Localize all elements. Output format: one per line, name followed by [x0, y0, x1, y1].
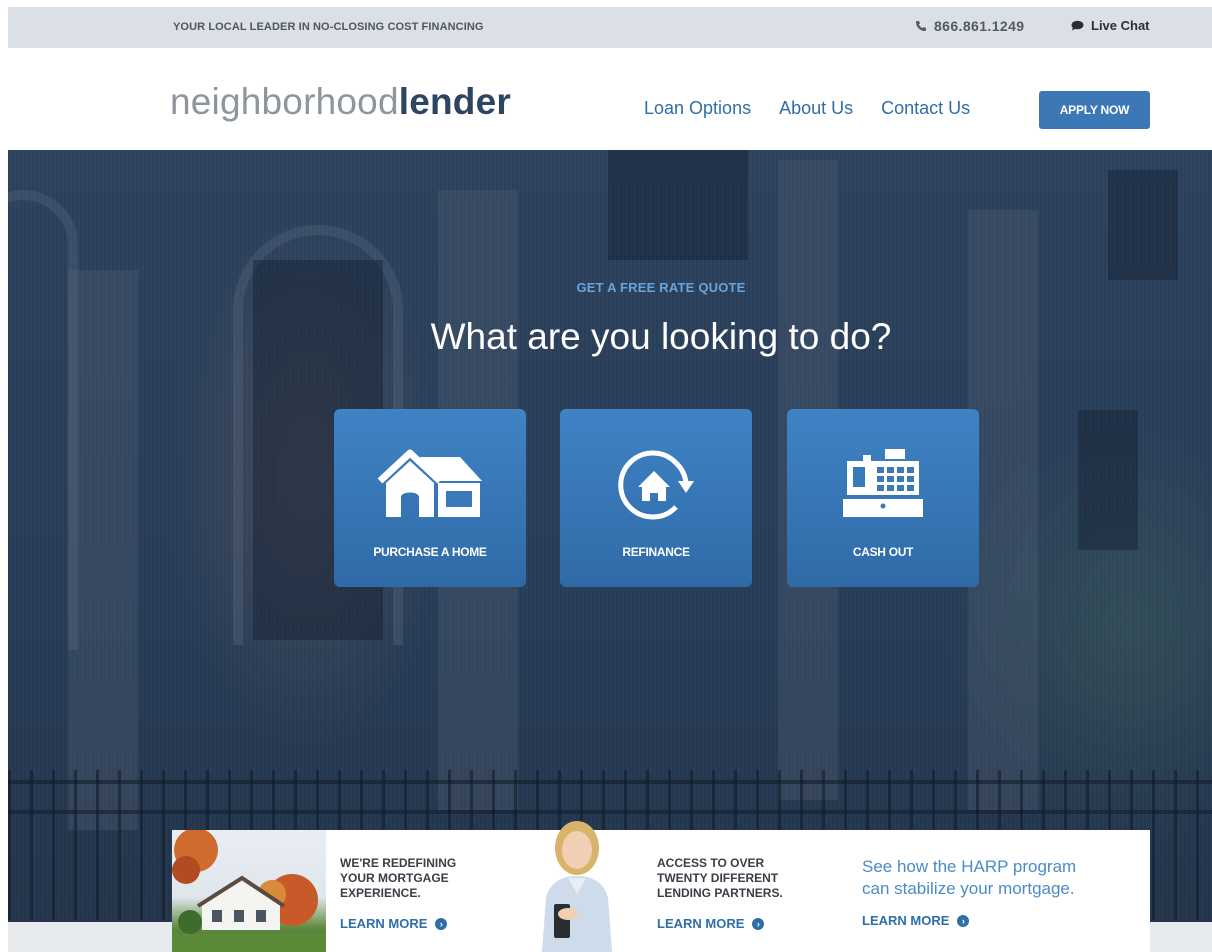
nav-contact-us[interactable]: Contact Us — [881, 98, 970, 119]
logo[interactable]: neighborhoodlender — [170, 82, 511, 122]
top-bar: YOUR LOCAL LEADER IN NO-CLOSING COST FIN… — [8, 7, 1212, 48]
woman-photo — [542, 821, 612, 952]
site-header: neighborhoodlender Loan Options About Us… — [8, 48, 1212, 150]
promo-block-1-text: WE'RE REDEFINING YOUR MORTGAGE EXPERIENC… — [340, 856, 456, 901]
learn-more-label: LEARN MORE — [657, 916, 745, 931]
background-arch — [8, 190, 78, 650]
background-window — [608, 150, 748, 260]
logo-light: neighborhood — [170, 81, 399, 122]
house-icon — [377, 449, 482, 517]
promo-block-2-line-3: LENDING PARTNERS. — [657, 886, 783, 900]
phone-number: 866.861.1249 — [934, 18, 1025, 34]
learn-more-label: LEARN MORE — [862, 913, 950, 928]
phone-icon — [916, 21, 926, 31]
promo-strip: WE'RE REDEFINING YOUR MORTGAGE EXPERIENC… — [172, 821, 1150, 952]
nav-about-us[interactable]: About Us — [779, 98, 853, 119]
refinance-tile[interactable]: REFINANCE — [560, 409, 752, 587]
chevron-right-icon: › — [435, 917, 448, 930]
cash-out-label: CASH OUT — [852, 545, 914, 559]
learn-more-link-1[interactable]: LEARN MORE › — [340, 916, 448, 931]
learn-more-label: LEARN MORE — [340, 916, 428, 931]
cash-out-tile[interactable]: CASH OUT — [787, 409, 979, 587]
chevron-right-icon: › — [752, 917, 765, 930]
background-window — [1108, 170, 1178, 280]
apply-now-button[interactable]: APPLY NOW — [1039, 91, 1150, 129]
promo-block-1-line-2: YOUR MORTGAGE — [340, 871, 449, 885]
hero-kicker: GET A FREE RATE QUOTE — [576, 280, 746, 295]
chat-bubble-icon — [1071, 20, 1084, 31]
promo-block-1-line-3: EXPERIENCE. — [340, 886, 421, 900]
refinance-cycle-icon — [618, 450, 694, 520]
promo-block-2-text: ACCESS TO OVER TWENTY DIFFERENT LENDING … — [657, 856, 783, 901]
nav-loan-options[interactable]: Loan Options — [644, 98, 751, 119]
promo-block-2-line-2: TWENTY DIFFERENT — [657, 871, 779, 885]
tagline: YOUR LOCAL LEADER IN NO-CLOSING COST FIN… — [173, 21, 484, 33]
hero-section: GET A FREE RATE QUOTE What are you looki… — [8, 150, 1212, 922]
cash-register-icon — [843, 449, 923, 517]
house-autumn-photo — [172, 830, 326, 952]
harp-line-2: can stabilize your mortgage. — [862, 879, 1075, 898]
promo-block-1-line-1: WE'RE REDEFINING — [340, 856, 457, 870]
harp-promo-text: See how the HARP program can stabilize y… — [862, 856, 1076, 900]
refinance-label: REFINANCE — [622, 545, 690, 559]
phone-link[interactable]: 866.861.1249 — [915, 18, 1024, 34]
purchase-home-label: PURCHASE A HOME — [373, 545, 487, 559]
live-chat-link[interactable]: Live Chat — [1071, 18, 1150, 33]
logo-bold: lender — [398, 81, 511, 122]
live-chat-label: Live Chat — [1091, 18, 1150, 33]
main-nav: Loan Options About Us Contact Us — [644, 98, 970, 119]
chevron-right-icon: › — [957, 914, 970, 927]
purchase-home-tile[interactable]: PURCHASE A HOME — [334, 409, 526, 587]
harp-line-1: See how the HARP program — [862, 857, 1077, 876]
learn-more-link-3[interactable]: LEARN MORE › — [862, 913, 970, 928]
hero-headline: What are you looking to do? — [430, 316, 892, 357]
promo-block-2-line-1: ACCESS TO OVER — [657, 856, 765, 870]
background-window — [1078, 410, 1138, 550]
learn-more-link-2[interactable]: LEARN MORE › — [657, 916, 765, 931]
